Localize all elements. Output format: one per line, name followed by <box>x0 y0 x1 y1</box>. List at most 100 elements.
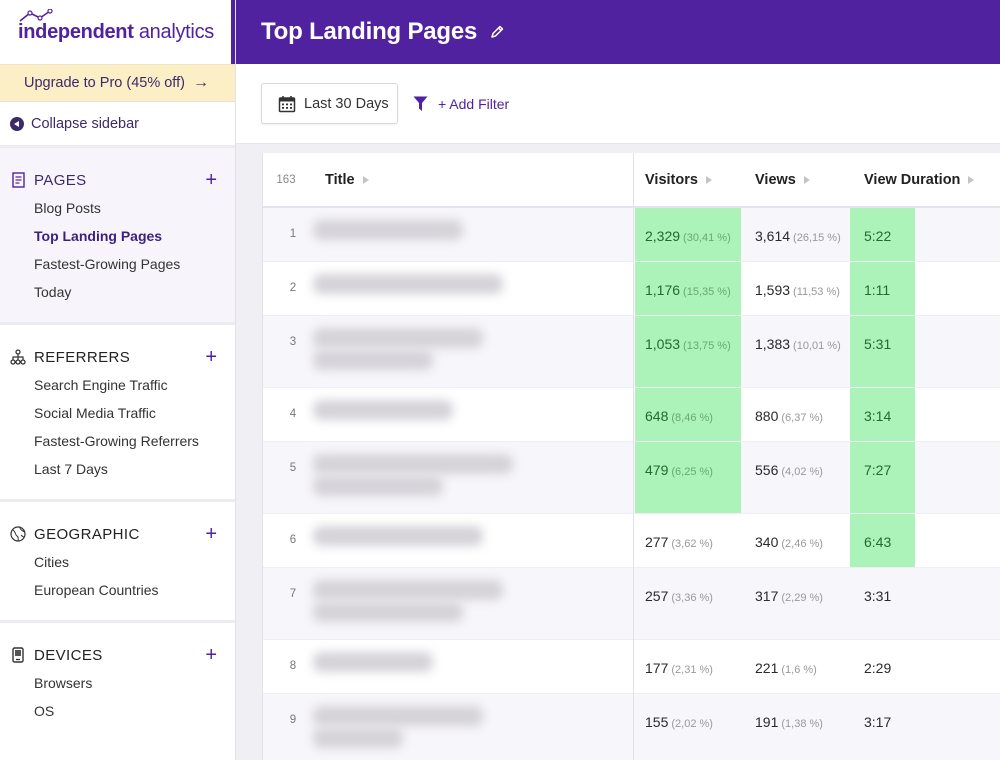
collapse-label: Collapse sidebar <box>31 115 140 132</box>
logo-light: analytics <box>133 20 214 43</box>
logo[interactable]: independent analytics <box>0 0 235 64</box>
sidebar-item-last-7-days[interactable]: Last 7 Days <box>34 455 235 483</box>
blurred-title[interactable] <box>313 274 503 294</box>
table-row[interactable]: 8 177 (2,31 %) 221 (1,6 %) 2:29 <box>263 640 1000 694</box>
column-header-visitors[interactable]: Visitors <box>645 172 712 188</box>
blurred-title-line2 <box>313 350 433 370</box>
duration-cell: 2:29 <box>864 660 892 676</box>
views-percent: (4,02 %) <box>781 466 823 478</box>
collapse-sidebar-button[interactable]: Collapse sidebar <box>0 102 235 148</box>
visitors-percent: (15,35 %) <box>683 286 731 298</box>
sidebar-item-browsers[interactable]: Browsers <box>34 669 235 697</box>
logo-bold: independent <box>18 20 134 43</box>
table-row[interactable]: 1 2,329 (30,41 %) 3,614 (26,15 %) 5:22 <box>263 208 1000 262</box>
column-header-view-duration[interactable]: View Duration <box>864 172 975 188</box>
sidebar-item-social-media-traffic[interactable]: Social Media Traffic <box>34 399 235 427</box>
visitors-value: 1,176 <box>645 282 681 298</box>
table-row[interactable]: 3 1,053 (13,75 %) 1,383 (10,01 %) 5:31 <box>263 316 1000 388</box>
document-icon <box>10 172 26 188</box>
sidebar-section-devices: DEVICES + Browsers OS <box>0 623 235 741</box>
sidebar-item-blog-posts[interactable]: Blog Posts <box>34 194 235 222</box>
blurred-title-line2 <box>313 602 463 622</box>
visitors-cell: 257 (3,36 %) <box>645 588 713 604</box>
visitors-value: 177 <box>645 660 669 676</box>
add-filter-label: + Add Filter <box>438 95 510 112</box>
section-title: DEVICES <box>34 646 103 664</box>
blurred-title[interactable] <box>313 220 463 240</box>
sort-arrow-icon <box>362 175 369 184</box>
sidebar-item-today[interactable]: Today <box>34 278 235 306</box>
sidebar-item-fastest-growing-pages[interactable]: Fastest-Growing Pages <box>34 250 235 278</box>
blurred-title-line2 <box>313 476 443 496</box>
upgrade-button[interactable]: Upgrade to Pro (45% off) → <box>0 64 235 102</box>
duration-cell: 3:17 <box>864 714 892 730</box>
table-row[interactable]: 2 1,176 (15,35 %) 1,593 (11,53 %) 1:11 <box>263 262 1000 316</box>
visitors-percent: (2,31 %) <box>671 664 713 676</box>
blurred-title[interactable] <box>313 454 513 474</box>
visitors-percent: (13,75 %) <box>683 340 731 352</box>
duration-cell: 5:31 <box>864 336 892 352</box>
blurred-title[interactable] <box>313 706 483 726</box>
views-percent: (1,6 %) <box>781 664 817 676</box>
column-header-views[interactable]: Views <box>755 172 810 188</box>
upgrade-label: Upgrade to Pro (45% off) <box>24 75 185 91</box>
table-row[interactable]: 7 257 (3,36 %) 317 (2,29 %) 3:31 <box>263 568 1000 640</box>
visitors-value: 479 <box>645 462 669 478</box>
table-row[interactable]: 4 648 (8,46 %) 880 (6,37 %) 3:14 <box>263 388 1000 442</box>
views-cell: 1,383 (10,01 %) <box>755 336 841 352</box>
add-filter-button[interactable]: + Add Filter <box>413 96 509 112</box>
views-value: 880 <box>755 408 779 424</box>
views-value: 317 <box>755 588 779 604</box>
blurred-title-line2 <box>313 728 403 748</box>
blurred-title[interactable] <box>313 526 483 546</box>
views-percent: (11,53 %) <box>793 286 840 298</box>
views-value: 221 <box>755 660 779 676</box>
sidebar-item-european-countries[interactable]: European Countries <box>34 576 235 604</box>
add-report-button[interactable]: + <box>205 170 217 190</box>
date-range-button[interactable]: Last 30 Days <box>261 83 398 124</box>
globe-icon <box>10 526 26 542</box>
views-cell: 880 (6,37 %) <box>755 408 823 424</box>
visitors-cell: 155 (2,02 %) <box>645 714 713 730</box>
visitors-percent: (30,41 %) <box>683 232 731 244</box>
logo-text: independent analytics <box>18 8 214 44</box>
add-report-button[interactable]: + <box>205 347 217 367</box>
views-cell: 221 (1,6 %) <box>755 660 817 676</box>
pencil-icon[interactable] <box>489 24 505 40</box>
section-title: PAGES <box>34 171 87 189</box>
visitors-cell: 277 (3,62 %) <box>645 534 713 550</box>
blurred-title[interactable] <box>313 652 433 672</box>
visitors-percent: (3,62 %) <box>671 538 713 550</box>
visitors-value: 257 <box>645 588 669 604</box>
sidebar-item-cities[interactable]: Cities <box>34 548 235 576</box>
visitors-value: 1,053 <box>645 336 681 352</box>
table-row[interactable]: 6 277 (3,62 %) 340 (2,46 %) 6:43 <box>263 514 1000 568</box>
network-icon <box>10 349 26 365</box>
add-report-button[interactable]: + <box>205 524 217 544</box>
views-cell: 556 (4,02 %) <box>755 462 823 478</box>
sidebar: independent analytics Upgrade to Pro (45… <box>0 0 236 760</box>
calendar-icon <box>278 95 296 112</box>
blurred-title[interactable] <box>313 328 483 348</box>
views-cell: 340 (2,46 %) <box>755 534 823 550</box>
duration-cell: 3:14 <box>864 408 892 424</box>
column-label: Title <box>325 171 355 188</box>
blurred-title[interactable] <box>313 580 503 600</box>
sidebar-section-pages: PAGES + Blog Posts Top Landing Pages Fas… <box>0 148 235 325</box>
views-value: 191 <box>755 714 779 730</box>
column-label: Visitors <box>645 171 698 188</box>
table-row[interactable]: 5 479 (6,25 %) 556 (4,02 %) 7:27 <box>263 442 1000 514</box>
toolbar: Last 30 Days + Add Filter <box>236 64 1000 144</box>
sidebar-item-os[interactable]: OS <box>34 697 235 725</box>
add-report-button[interactable]: + <box>205 645 217 665</box>
column-header-title[interactable]: Title <box>325 172 369 188</box>
sidebar-item-top-landing-pages[interactable]: Top Landing Pages <box>34 222 235 250</box>
sidebar-item-search-engine-traffic[interactable]: Search Engine Traffic <box>34 371 235 399</box>
table-row[interactable]: 9 155 (2,02 %) 191 (1,38 %) 3:17 <box>263 694 1000 760</box>
blurred-title[interactable] <box>313 400 453 420</box>
sidebar-item-fastest-growing-referrers[interactable]: Fastest-Growing Referrers <box>34 427 235 455</box>
views-value: 1,593 <box>755 282 791 298</box>
views-percent: (26,15 %) <box>793 232 841 244</box>
sparkline-icon <box>19 8 53 22</box>
sort-arrow-icon <box>803 175 810 184</box>
